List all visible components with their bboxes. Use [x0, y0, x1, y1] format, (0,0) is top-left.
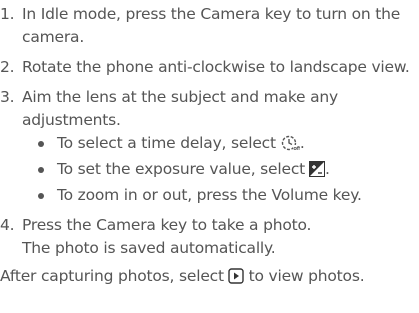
footer-text-before: After capturing photos, select: [0, 267, 224, 285]
step-2: 2. Rotate the phone anti-clockwise to la…: [0, 56, 419, 79]
bullet-icon: [38, 167, 44, 173]
footer-note: After capturing photos, select to view p…: [0, 265, 419, 291]
exposure-icon: [309, 161, 326, 184]
step-number: 2.: [0, 58, 15, 76]
sub-item-end: .: [299, 134, 305, 152]
step-3-sublist: To select a time delay, select off . To …: [22, 132, 419, 207]
steps-list: 1. In Idle mode, press the Camera key to…: [0, 3, 419, 260]
svg-text:off: off: [293, 146, 300, 151]
bullet-icon: [38, 141, 44, 147]
step-text: Press the Camera key to take a photo.: [22, 216, 312, 234]
step-3: 3. Aim the lens at the subject and make …: [0, 86, 419, 207]
step-number: 1.: [0, 5, 15, 23]
timer-icon: off: [280, 134, 302, 158]
sub-item-text: To zoom in or out, press the Volume key.: [57, 186, 362, 204]
bullet-icon: [38, 193, 44, 199]
step-text: Rotate the phone anti-clockwise to lands…: [22, 58, 410, 76]
step-text: Aim the lens at the subject and make any…: [22, 88, 339, 129]
sub-item-time-delay: To select a time delay, select off .: [22, 132, 419, 158]
step-1: 1. In Idle mode, press the Camera key to…: [0, 3, 419, 49]
sub-item-text: To select a time delay, select: [57, 134, 276, 152]
step-4: 4. Press the Camera key to take a photo.…: [0, 214, 419, 260]
sub-item-exposure: To set the exposure value, select .: [22, 158, 419, 184]
play-icon: [228, 268, 244, 291]
step-number: 3.: [0, 88, 15, 106]
step-number: 4.: [0, 216, 15, 234]
step-text-continued: The photo is saved automatically.: [22, 239, 276, 257]
sub-item-text: To set the exposure value, select: [57, 160, 306, 178]
footer-text-after: to view photos.: [248, 267, 365, 285]
sub-item-zoom: To zoom in or out, press the Volume key.: [22, 184, 419, 207]
instructions-page: 1. In Idle mode, press the Camera key to…: [0, 0, 419, 313]
sub-item-end: .: [325, 160, 330, 178]
step-text: In Idle mode, press the Camera key to tu…: [22, 5, 401, 46]
